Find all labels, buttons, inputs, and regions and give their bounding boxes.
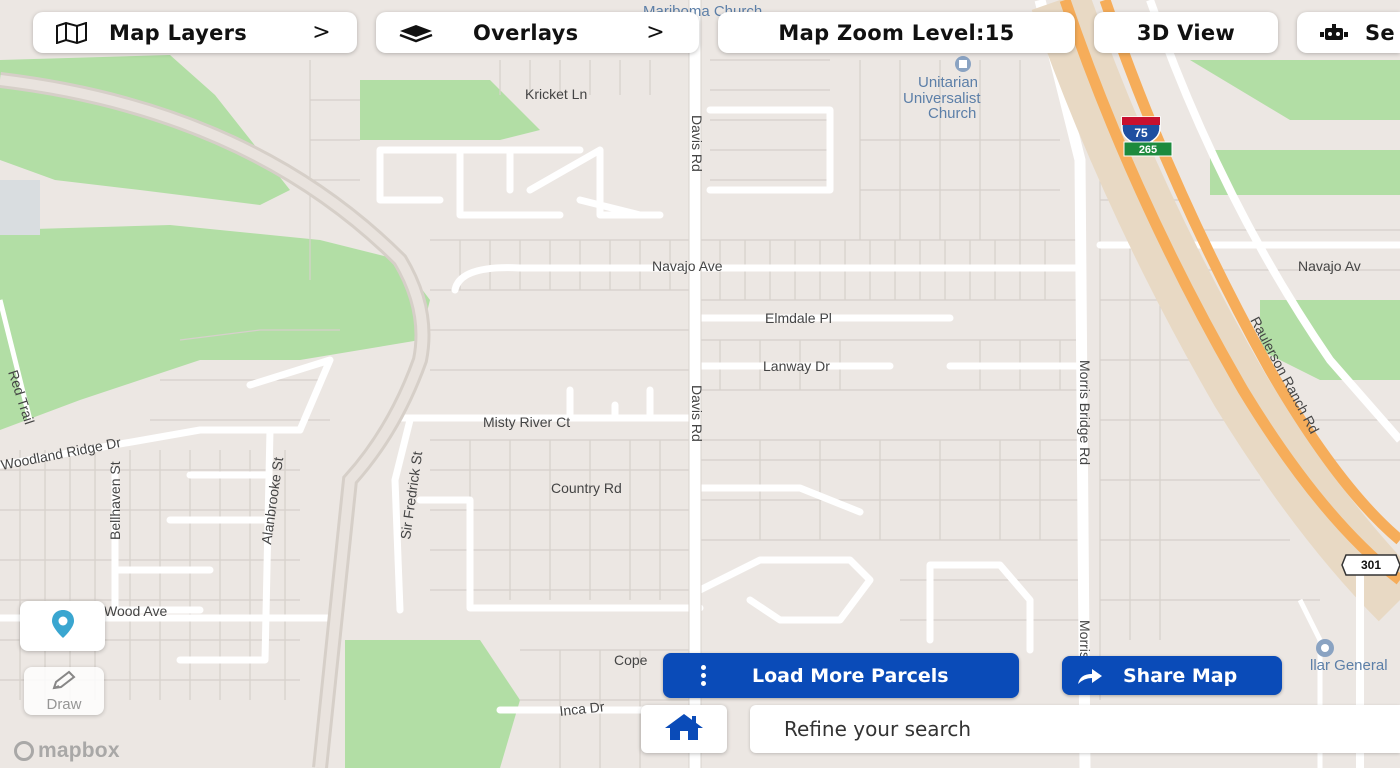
share-map-label: Share Map	[1123, 664, 1238, 687]
refine-search-input[interactable]: Refine your search	[750, 705, 1400, 753]
zoom-level-label: Map Zoom Level:15	[778, 20, 1015, 45]
home-button[interactable]	[641, 705, 727, 753]
mapbox-label: mapbox	[38, 739, 120, 762]
share-map-button[interactable]: Share Map	[1062, 656, 1282, 695]
poi-unitarian-3: Church	[928, 105, 976, 122]
street-label-wood-ave: Wood Ave	[104, 603, 168, 619]
pin-tool-button[interactable]	[20, 601, 105, 651]
street-label-lanway: Lanway Dr	[763, 358, 830, 374]
settings-label: Se	[1365, 20, 1395, 45]
load-more-parcels-button[interactable]: Load More Parcels	[663, 653, 1019, 698]
overlays-button[interactable]: Overlays >	[376, 12, 699, 53]
street-label-misty: Misty River Ct	[483, 414, 570, 430]
street-label-country: Country Rd	[551, 480, 622, 496]
layers-icon	[398, 23, 434, 43]
location-pin-icon	[50, 609, 76, 643]
3d-view-button[interactable]: 3D View	[1094, 12, 1278, 53]
street-label-kricket: Kricket Ln	[525, 86, 587, 102]
street-label-morris-mid: Morris Bridge Rd	[1077, 360, 1093, 465]
3d-view-label: 3D View	[1136, 20, 1236, 45]
map-layers-button[interactable]: Map Layers >	[33, 12, 357, 53]
street-label-davis-top: Davis Rd	[689, 115, 705, 172]
overlays-label: Overlays	[473, 20, 579, 45]
grey-lot	[0, 180, 40, 235]
chevron-right-icon: >	[312, 20, 331, 45]
poi-dollar: llar General	[1310, 657, 1388, 674]
mapbox-logo[interactable]: mapbox	[14, 738, 120, 764]
vertical-dots-icon	[701, 665, 706, 686]
load-more-label: Load More Parcels	[752, 664, 949, 687]
svg-text:75: 75	[1134, 126, 1148, 140]
share-arrow-icon	[1076, 666, 1104, 686]
map-icon	[55, 21, 89, 44]
map-layers-label: Map Layers	[109, 20, 248, 45]
street-label-navajo: Navajo Ave	[652, 258, 723, 274]
svg-text:265: 265	[1139, 144, 1157, 156]
street-label-morris-low: Morris	[1077, 620, 1093, 659]
settings-button[interactable]: Se	[1297, 12, 1400, 53]
street-label-navajo-right: Navajo Av	[1298, 258, 1361, 274]
street-label-elmdale: Elmdale Pl	[765, 310, 832, 326]
street-label-davis-mid: Davis Rd	[689, 385, 705, 442]
zoom-level-button[interactable]: Map Zoom Level:15	[718, 12, 1075, 53]
street-label-bellhaven: Bellhaven St	[107, 461, 123, 540]
draw-tool-button[interactable]: Draw	[24, 667, 104, 715]
poi-unitarian-1: Unitarian	[918, 74, 978, 91]
street-label-cope: Cope	[614, 652, 648, 668]
pencil-icon	[51, 670, 77, 696]
chevron-right-icon: >	[646, 20, 665, 45]
draw-label: Draw	[46, 695, 82, 713]
search-placeholder: Refine your search	[784, 717, 972, 741]
robot-icon	[1319, 23, 1349, 43]
home-icon	[663, 712, 705, 746]
mapbox-icon	[14, 741, 34, 761]
svg-text:301: 301	[1361, 558, 1381, 572]
